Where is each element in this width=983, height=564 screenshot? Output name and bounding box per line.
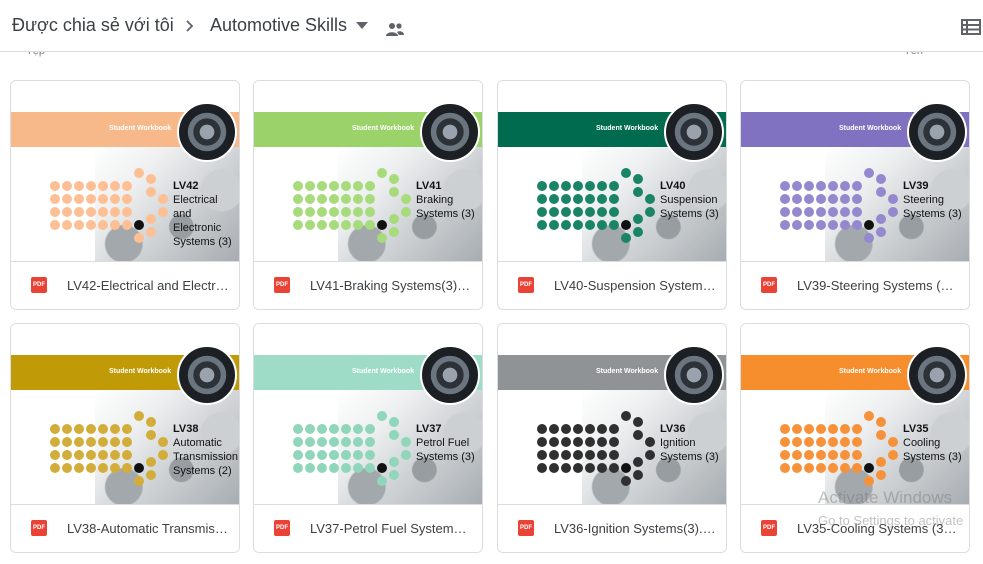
workbook-subject: Ignition Systems (3) <box>660 437 719 463</box>
pdf-icon: PDF <box>274 520 290 536</box>
file-card[interactable]: Student Workbook LV40 Suspension Systems… <box>497 80 727 310</box>
workbook-subject: Electrical and Electronic Systems (3) <box>173 194 232 248</box>
dropdown-caret-icon[interactable] <box>356 22 368 30</box>
file-card[interactable]: Student Workbook LV39 Steering Systems (… <box>740 80 970 310</box>
people-icon[interactable] <box>385 22 405 36</box>
file-name[interactable]: LV39-Steering Systems (3).pdf <box>797 278 959 293</box>
pdf-icon: PDF <box>274 277 290 293</box>
file-thumbnail[interactable]: Student Workbook LV36 Ignition Systems (… <box>498 324 726 504</box>
dot-arrow-graphic <box>537 168 655 243</box>
dot-arrow-graphic <box>293 411 411 486</box>
workbook-title: LV41 Braking Systems (3) <box>416 179 475 221</box>
file-card[interactable]: Student Workbook LV42 Electrical and Ele… <box>10 80 240 310</box>
workbook-title: LV38 Automatic Transmission Systems (2) <box>173 422 238 478</box>
workbook-subject: Steering Systems (3) <box>903 194 962 220</box>
workbook-subject: Automatic Transmission Systems (2) <box>173 437 238 477</box>
breadcrumb-bar: Được chia sẻ với tôi Automotive Skills <box>0 0 983 52</box>
file-card[interactable]: Student Workbook LV41 Braking Systems (3… <box>253 80 483 310</box>
file-name[interactable]: LV42-Electrical and Electronic Systems(3… <box>67 278 229 293</box>
file-card[interactable]: Student Workbook LV36 Ignition Systems (… <box>497 323 727 553</box>
pdf-icon: PDF <box>761 520 777 536</box>
file-footer[interactable]: PDF LV37-Petrol Fuel Systems(3).pdf <box>254 504 482 552</box>
workbook-subject: Suspension Systems (3) <box>660 194 719 220</box>
file-footer[interactable]: PDF LV38-Automatic Transmission Systems(… <box>11 504 239 552</box>
chevron-right-icon <box>186 20 194 32</box>
workbook-code: LV38 <box>173 423 199 435</box>
dot-arrow-graphic <box>537 411 655 486</box>
file-thumbnail[interactable]: Student Workbook LV40 Suspension Systems… <box>498 81 726 261</box>
pdf-icon: PDF <box>31 520 47 536</box>
file-card[interactable]: Student Workbook LV37 Petrol Fuel System… <box>253 323 483 553</box>
workbook-title: LV42 Electrical and Electronic Systems (… <box>173 179 239 249</box>
workbook-code: LV37 <box>416 423 442 435</box>
file-thumbnail[interactable]: Student Workbook LV41 Braking Systems (3… <box>254 81 482 261</box>
workbook-title: LV37 Petrol Fuel Systems (3) <box>416 422 475 464</box>
workbook-code: LV39 <box>903 180 929 192</box>
workbook-subject: Braking Systems (3) <box>416 194 475 220</box>
workbook-subject: Cooling Systems (3) <box>903 437 962 463</box>
file-footer[interactable]: PDF LV35-Cooling Systems (3).pdf <box>741 504 969 552</box>
file-footer[interactable]: PDF LV39-Steering Systems (3).pdf <box>741 261 969 309</box>
pdf-icon: PDF <box>518 277 534 293</box>
workbook-code: LV40 <box>660 180 686 192</box>
workbook-subject: Petrol Fuel Systems (3) <box>416 437 475 463</box>
file-name[interactable]: LV35-Cooling Systems (3).pdf <box>797 521 959 536</box>
file-thumbnail[interactable]: Student Workbook LV38 Automatic Transmis… <box>11 324 239 504</box>
pdf-icon: PDF <box>518 520 534 536</box>
workbook-code: LV35 <box>903 423 929 435</box>
workbook-code: LV42 <box>173 180 199 192</box>
workbook-title: LV36 Ignition Systems (3) <box>660 422 719 464</box>
file-name[interactable]: LV36-Ignition Systems(3).pdf <box>554 521 716 536</box>
file-thumbnail[interactable]: Student Workbook LV42 Electrical and Ele… <box>11 81 239 261</box>
breadcrumb-shared-with-me[interactable]: Được chia sẻ với tôi <box>12 15 174 36</box>
pdf-icon: PDF <box>31 277 47 293</box>
file-name[interactable]: LV40-Suspension Systems(3).pdf <box>554 278 716 293</box>
dot-arrow-graphic <box>780 411 898 486</box>
file-thumbnail[interactable]: Student Workbook LV39 Steering Systems (… <box>741 81 969 261</box>
file-footer[interactable]: PDF LV41-Braking Systems(3).pdf <box>254 261 482 309</box>
breadcrumb-folder[interactable]: Automotive Skills <box>210 15 347 36</box>
workbook-title: LV39 Steering Systems (3) <box>903 179 962 221</box>
file-footer[interactable]: PDF LV40-Suspension Systems(3).pdf <box>498 261 726 309</box>
file-footer[interactable]: PDF LV36-Ignition Systems(3).pdf <box>498 504 726 552</box>
file-card[interactable]: Student Workbook LV38 Automatic Transmis… <box>10 323 240 553</box>
file-thumbnail[interactable]: Student Workbook LV37 Petrol Fuel System… <box>254 324 482 504</box>
workbook-title: LV35 Cooling Systems (3) <box>903 422 962 464</box>
file-name[interactable]: LV41-Braking Systems(3).pdf <box>310 278 472 293</box>
workbook-code: LV41 <box>416 180 442 192</box>
dot-arrow-graphic <box>780 168 898 243</box>
file-name[interactable]: LV37-Petrol Fuel Systems(3).pdf <box>310 521 472 536</box>
dot-arrow-graphic <box>293 168 411 243</box>
workbook-code: LV36 <box>660 423 686 435</box>
file-name[interactable]: LV38-Automatic Transmission Systems(2).p… <box>67 521 229 536</box>
pdf-icon: PDF <box>761 277 777 293</box>
list-view-icon[interactable] <box>961 18 981 36</box>
file-thumbnail[interactable]: Student Workbook LV35 Cooling Systems (3… <box>741 324 969 504</box>
workbook-title: LV40 Suspension Systems (3) <box>660 179 719 221</box>
file-card[interactable]: Student Workbook LV35 Cooling Systems (3… <box>740 323 970 553</box>
file-footer[interactable]: PDF LV42-Electrical and Electronic Syste… <box>11 261 239 309</box>
